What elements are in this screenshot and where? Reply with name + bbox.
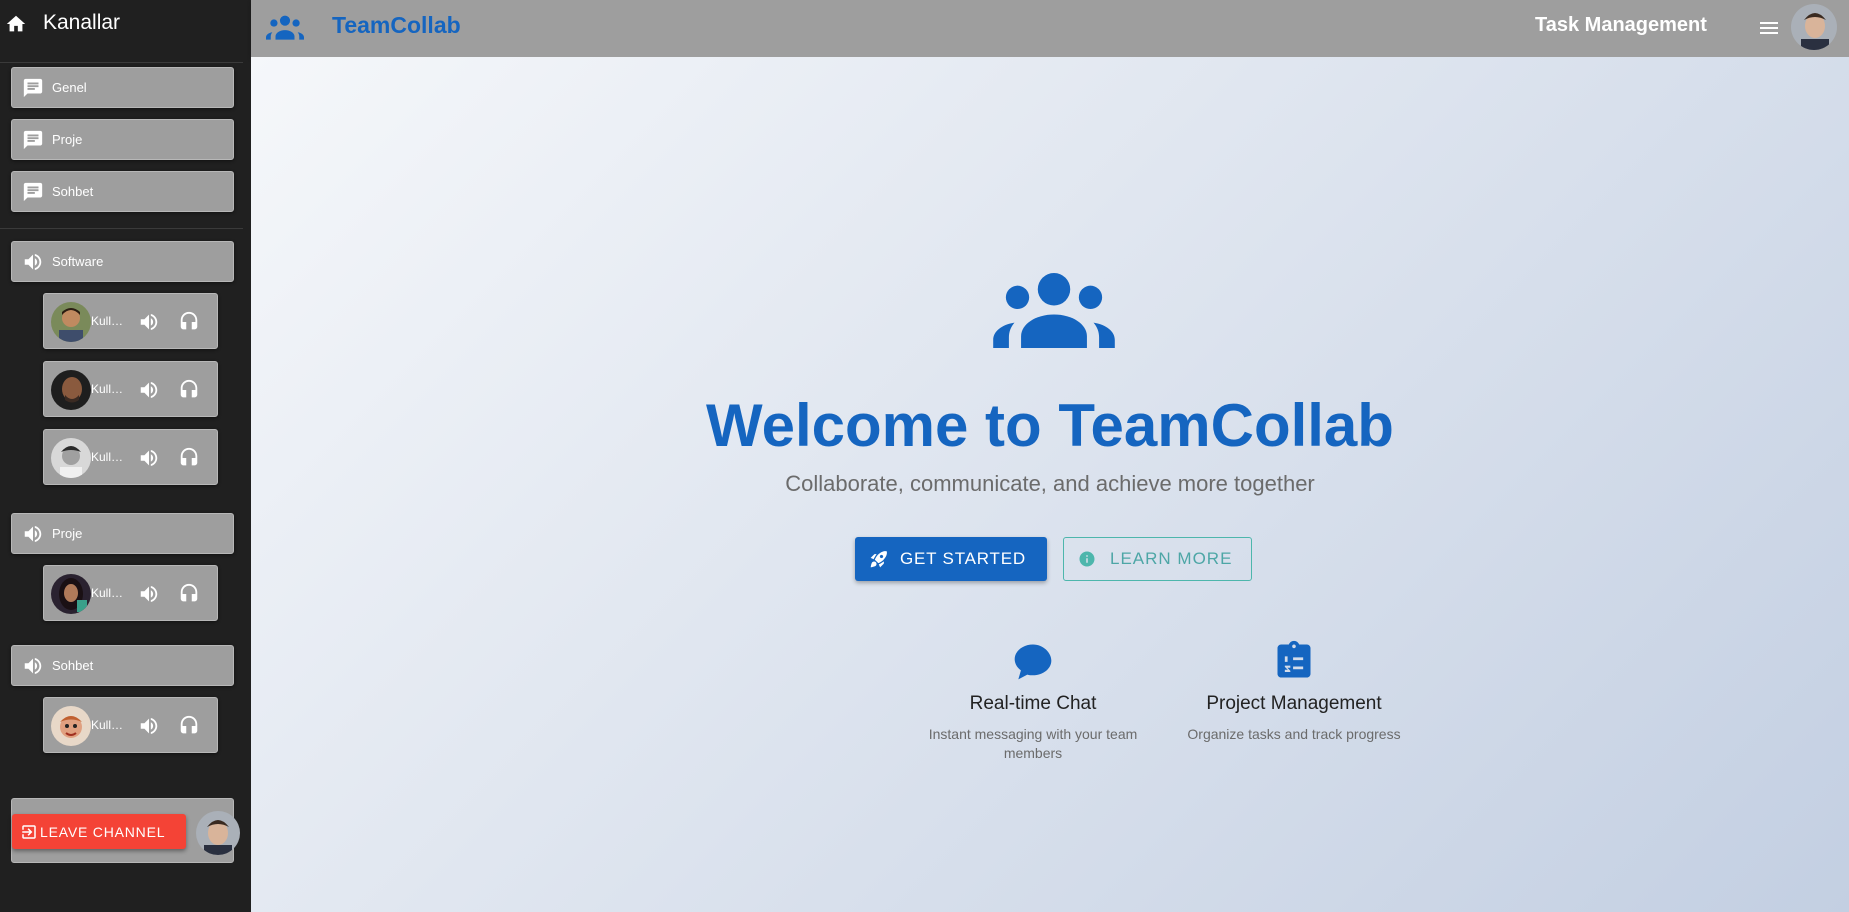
logout-icon — [22, 824, 36, 839]
voice-channel-sohbet[interactable]: Sohbet — [11, 645, 234, 686]
sidebar-header: Kanallar — [0, 0, 251, 48]
channel-label: Proje — [52, 526, 83, 541]
avatar — [51, 706, 91, 746]
volume-icon — [24, 525, 42, 543]
volume-icon[interactable] — [138, 715, 160, 737]
feature-real-time-chat: Real-time Chat Instant messaging with yo… — [923, 639, 1143, 763]
learn-more-button[interactable]: LEARN MORE — [1063, 537, 1252, 581]
voice-user[interactable]: Kullanıcı — [43, 361, 218, 417]
avatar[interactable] — [196, 811, 240, 855]
user-name: Kullanıcı — [91, 382, 127, 396]
info-icon — [1079, 551, 1095, 567]
brand-name[interactable]: TeamCollab — [332, 12, 461, 39]
chat-bubble-icon — [1014, 644, 1052, 680]
hero-subtitle: Collaborate, communicate, and achieve mo… — [785, 471, 1315, 496]
divider — [0, 62, 243, 63]
volume-icon[interactable] — [138, 311, 160, 333]
learn-more-label: LEARN MORE — [1110, 549, 1233, 568]
group-icon — [993, 273, 1115, 348]
chat-icon — [23, 130, 43, 150]
avatar — [51, 438, 91, 478]
volume-icon — [24, 253, 42, 271]
headphones-icon[interactable] — [178, 715, 200, 737]
section-title: Task Management — [1535, 14, 1707, 36]
channel-label: Proje — [52, 132, 83, 147]
leave-channel-label: LEAVE CHANNEL — [40, 823, 166, 840]
chat-icon — [23, 182, 43, 202]
voice-channel-proje[interactable]: Proje — [11, 513, 234, 554]
text-channel-proje[interactable]: Proje — [11, 119, 234, 160]
headphones-icon[interactable] — [178, 583, 200, 605]
group-icon — [266, 15, 304, 40]
channel-label: Software — [52, 254, 104, 269]
voice-user[interactable]: Kullanıcı — [43, 697, 218, 753]
avatar — [51, 302, 91, 342]
feature-title: Real-time Chat — [969, 693, 1097, 714]
user-name: Kullanıcı — [91, 314, 127, 328]
voice-user[interactable]: Kullanıcı — [43, 565, 218, 621]
get-started-button[interactable]: GET STARTED — [855, 537, 1047, 581]
main-content: Welcome to TeamCollab Collaborate, commu… — [251, 57, 1849, 912]
user-name: Kullanıcı — [91, 718, 127, 732]
text-channel-genel[interactable]: Genel — [11, 67, 234, 108]
headphones-icon[interactable] — [178, 311, 200, 333]
feature-description: Organize tasks and track progress — [1187, 726, 1401, 742]
top-app-bar: TeamCollab Task Management — [251, 0, 1849, 57]
headphones-icon[interactable] — [178, 379, 200, 401]
chat-icon — [23, 78, 43, 98]
sidebar: Kanallar Genel Proje Sohbet Software Kul… — [0, 0, 251, 912]
voice-channel-software[interactable]: Software — [11, 241, 234, 282]
avatar — [51, 370, 91, 410]
menu-icon[interactable] — [1757, 16, 1781, 40]
leave-channel-button[interactable]: LEAVE CHANNEL — [12, 814, 186, 849]
volume-icon[interactable] — [138, 447, 160, 469]
channel-label: Sohbet — [52, 658, 94, 673]
avatar — [51, 574, 91, 614]
volume-icon — [24, 657, 42, 675]
headphones-icon[interactable] — [178, 447, 200, 469]
current-user-panel: LEAVE CHANNEL — [11, 798, 240, 863]
hero-title: Welcome to TeamCollab — [706, 392, 1394, 459]
sidebar-title: Kanallar — [43, 11, 121, 34]
volume-icon[interactable] — [138, 583, 160, 605]
user-avatar[interactable] — [1791, 4, 1837, 50]
feature-title: Project Management — [1206, 693, 1382, 714]
channel-label: Genel — [52, 80, 87, 95]
assignment-icon — [1277, 640, 1311, 678]
feature-description: Instant messaging with your team members — [928, 726, 1138, 761]
home-icon[interactable] — [5, 13, 27, 35]
user-name: Kullanıcı — [91, 586, 127, 600]
voice-user[interactable]: Kullanıcı — [43, 293, 218, 349]
rocket-icon — [870, 551, 887, 568]
feature-project-management: Project Management Organize tasks and tr… — [1184, 639, 1404, 744]
divider — [0, 228, 243, 229]
voice-user[interactable]: Kullanıcı — [43, 429, 218, 485]
get-started-label: GET STARTED — [900, 549, 1026, 568]
channel-label: Sohbet — [52, 184, 94, 199]
text-channel-sohbet[interactable]: Sohbet — [11, 171, 234, 212]
volume-icon[interactable] — [138, 379, 160, 401]
user-name: Kullanıcı — [91, 450, 127, 464]
